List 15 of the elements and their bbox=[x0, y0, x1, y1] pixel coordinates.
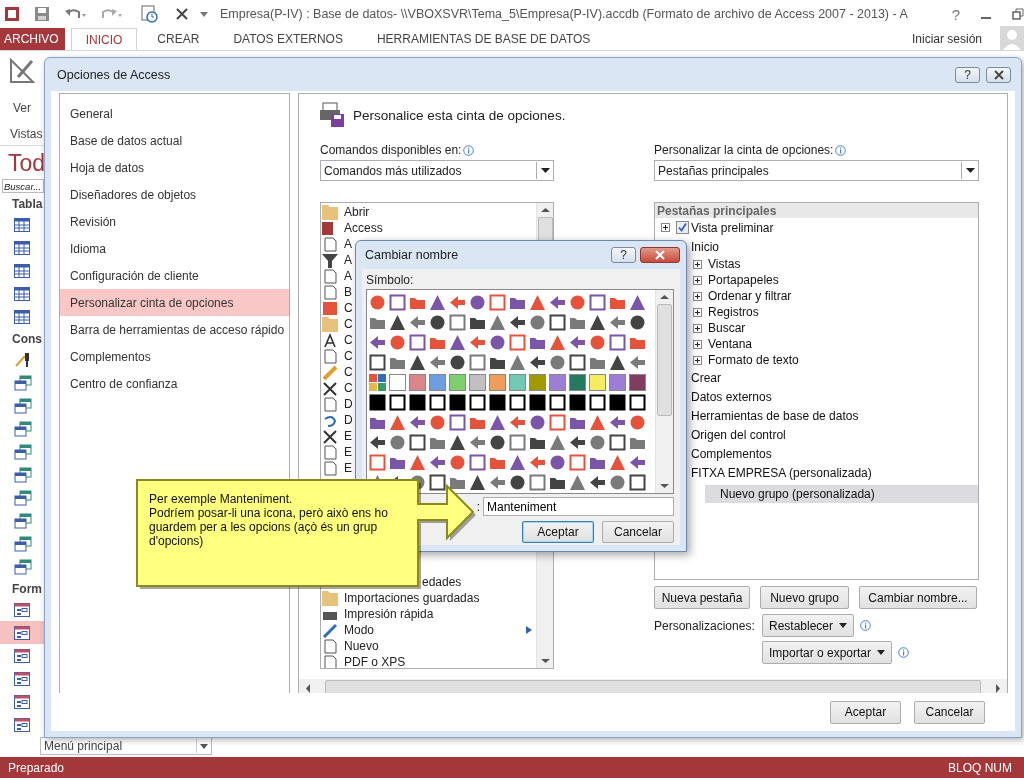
pane-title: Tod bbox=[8, 150, 47, 177]
field-label: Personalizaciones: bbox=[654, 618, 756, 633]
window-title: Empresa(P-IV) : Base de datos- \\VBOXSVR\Tema_5\Empresa(P-IV).accdb (Formato de archivo de Access 2007 - 2013) - A bbox=[220, 7, 908, 21]
tree-header: Pestañas principales bbox=[655, 203, 978, 218]
field-label: : bbox=[476, 499, 480, 514]
field-label: Personalizar la cinta de opciones: bbox=[654, 143, 834, 157]
field-label: Símbolo: bbox=[366, 273, 415, 289]
dialog-title: Cambiar nombre bbox=[365, 248, 459, 262]
field-label: Comandos disponibles en: bbox=[320, 143, 462, 157]
num-lock-indicator: BLOQ NUM bbox=[948, 760, 1012, 775]
group-label: Vistas bbox=[10, 127, 43, 141]
status-text: Preparado bbox=[8, 760, 65, 775]
dialog-title: Opciones de Access bbox=[57, 67, 171, 82]
callout-text: Per exemple Manteniment. Podríem posar-li una icona, però això ens ho guardem per a les opcions (açò és un grup d'opcions) bbox=[149, 492, 389, 548]
section-heading: Personalice esta cinta de opciones. bbox=[353, 107, 566, 123]
